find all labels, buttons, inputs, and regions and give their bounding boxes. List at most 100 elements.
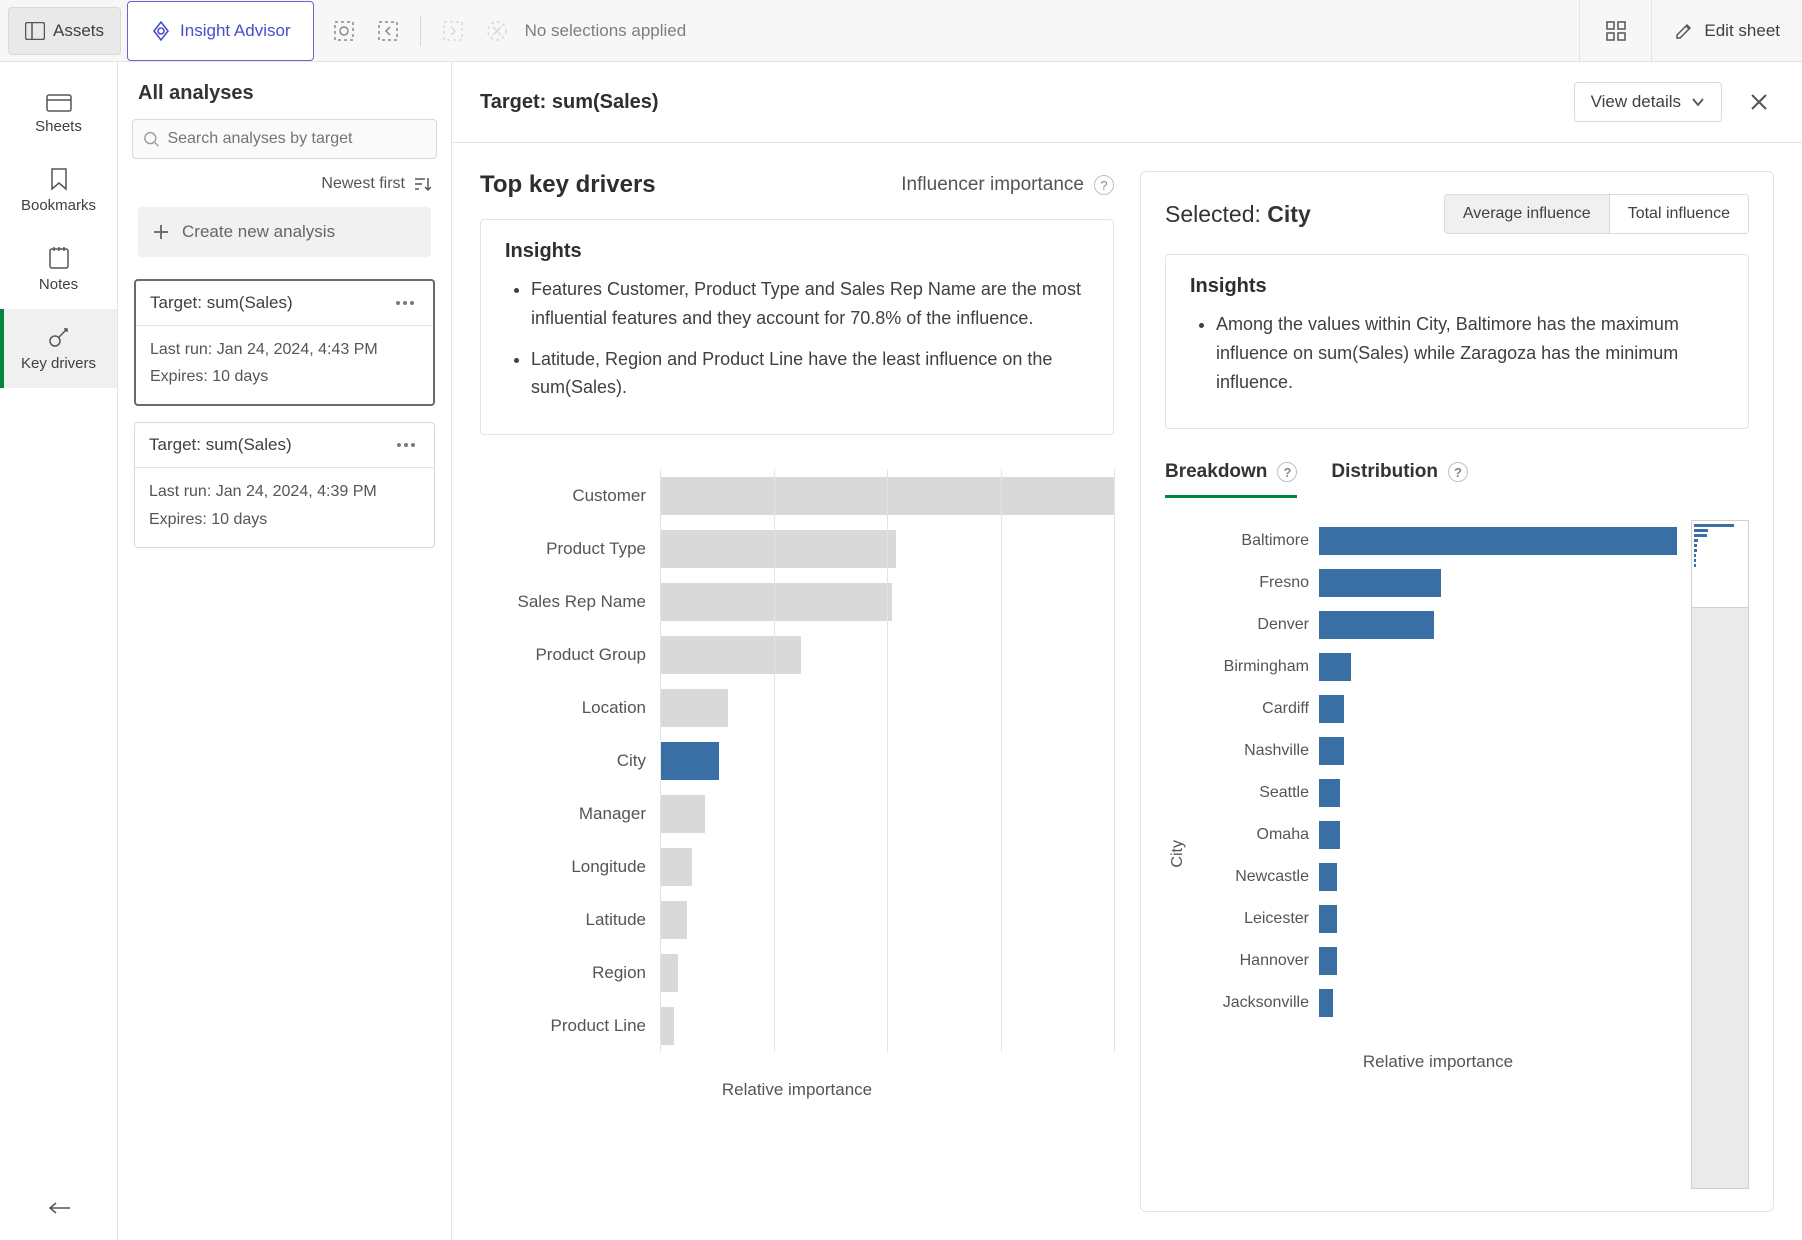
breakdown-bar[interactable] bbox=[1319, 653, 1351, 681]
assets-button[interactable]: Assets bbox=[8, 7, 121, 55]
analysis-card[interactable]: Target: sum(Sales) Last run: Jan 24, 202… bbox=[134, 279, 435, 406]
breakdown-bar-area[interactable] bbox=[1319, 646, 1677, 688]
help-icon[interactable]: ? bbox=[1277, 462, 1297, 482]
pencil-icon bbox=[1674, 21, 1694, 41]
breakdown-bar-area[interactable] bbox=[1319, 982, 1677, 1024]
chart-overview-scrollbar[interactable] bbox=[1691, 520, 1749, 1189]
breakdown-bar-area[interactable] bbox=[1319, 856, 1677, 898]
driver-bar-area[interactable] bbox=[660, 999, 1114, 1052]
driver-bar[interactable] bbox=[660, 954, 678, 992]
analysis-card[interactable]: Target: sum(Sales) Last run: Jan 24, 202… bbox=[134, 422, 435, 547]
breakdown-bar-area[interactable] bbox=[1319, 562, 1677, 604]
assets-label: Assets bbox=[53, 21, 104, 41]
breakdown-bar[interactable] bbox=[1319, 569, 1441, 597]
breakdown-label: Cardiff bbox=[1199, 700, 1319, 718]
breakdown-bar-area[interactable] bbox=[1319, 814, 1677, 856]
breakdown-bar[interactable] bbox=[1319, 779, 1340, 807]
rail-collapse-button[interactable] bbox=[0, 1198, 117, 1218]
driver-bar[interactable] bbox=[660, 636, 801, 674]
selections-forward-icon[interactable] bbox=[441, 19, 465, 43]
breakdown-bar[interactable] bbox=[1319, 611, 1434, 639]
analyses-column: All analyses Newest first Create new ana… bbox=[118, 62, 452, 1240]
help-icon[interactable]: ? bbox=[1094, 175, 1114, 195]
breakdown-bar-area[interactable] bbox=[1319, 940, 1677, 982]
selections-back-icon[interactable] bbox=[376, 19, 400, 43]
breakdown-bar-area[interactable] bbox=[1319, 604, 1677, 646]
no-selections-text: No selections applied bbox=[525, 21, 687, 41]
key-drivers-icon bbox=[47, 325, 71, 349]
sort-label: Newest first bbox=[321, 175, 405, 193]
driver-bar[interactable] bbox=[660, 689, 728, 727]
close-button[interactable] bbox=[1744, 87, 1774, 117]
breakdown-bar-area[interactable] bbox=[1319, 688, 1677, 730]
rail-key-drivers-label: Key drivers bbox=[21, 355, 96, 372]
driver-label: Longitude bbox=[480, 857, 660, 877]
driver-bar-area[interactable] bbox=[660, 946, 1114, 999]
driver-bar[interactable] bbox=[660, 1007, 674, 1045]
breakdown-bar[interactable] bbox=[1319, 905, 1337, 933]
tab-breakdown[interactable]: Breakdown ? bbox=[1165, 461, 1297, 498]
details-panel-title: Selected: City bbox=[1165, 201, 1311, 228]
breakdown-bar[interactable] bbox=[1319, 695, 1344, 723]
rail-notes[interactable]: Notes bbox=[0, 230, 117, 309]
driver-label: Product Type bbox=[480, 539, 660, 559]
influencer-importance-label[interactable]: Influencer importance ? bbox=[901, 174, 1114, 196]
driver-bar-area[interactable] bbox=[660, 575, 1114, 628]
driver-bar[interactable] bbox=[660, 583, 892, 621]
card-actions-button[interactable] bbox=[392, 438, 420, 452]
rail-bookmarks[interactable]: Bookmarks bbox=[0, 151, 117, 230]
card-actions-button[interactable] bbox=[391, 296, 419, 310]
key-drivers-axis-label: Relative importance bbox=[480, 1080, 1114, 1100]
breakdown-label: Seattle bbox=[1199, 784, 1319, 802]
search-input[interactable] bbox=[167, 130, 426, 148]
breakdown-bar-area[interactable] bbox=[1319, 772, 1677, 814]
plus-icon bbox=[152, 223, 170, 241]
breakdown-bar[interactable] bbox=[1319, 989, 1333, 1017]
sort-control[interactable]: Newest first bbox=[138, 175, 431, 193]
insight-advisor-button[interactable]: Insight Advisor bbox=[127, 1, 314, 61]
driver-label: Product Group bbox=[480, 645, 660, 665]
details-tabs: Breakdown ? Distribution ? bbox=[1165, 461, 1749, 498]
driver-bar-area[interactable] bbox=[660, 681, 1114, 734]
tab-distribution[interactable]: Distribution ? bbox=[1331, 461, 1468, 498]
insight-item: Features Customer, Product Type and Sale… bbox=[531, 275, 1089, 333]
breakdown-bar[interactable] bbox=[1319, 821, 1340, 849]
breakdown-bar[interactable] bbox=[1319, 737, 1344, 765]
left-rail: Sheets Bookmarks Notes Key drivers bbox=[0, 62, 118, 1240]
breakdown-label: Omaha bbox=[1199, 826, 1319, 844]
driver-bar-area[interactable] bbox=[660, 787, 1114, 840]
driver-bar-area[interactable] bbox=[660, 469, 1114, 522]
driver-bar-area[interactable] bbox=[660, 893, 1114, 946]
toggle-total-influence[interactable]: Total influence bbox=[1609, 195, 1748, 233]
breakdown-bar-area[interactable] bbox=[1319, 520, 1677, 562]
top-toolbar: Assets Insight Advisor No selections app… bbox=[0, 0, 1802, 62]
clear-selections-icon[interactable] bbox=[485, 19, 509, 43]
app-overview-button[interactable] bbox=[1579, 1, 1651, 61]
breakdown-bar-area[interactable] bbox=[1319, 730, 1677, 772]
edit-sheet-button[interactable]: Edit sheet bbox=[1651, 1, 1802, 61]
toggle-average-influence[interactable]: Average influence bbox=[1445, 195, 1609, 233]
driver-bar[interactable] bbox=[660, 901, 687, 939]
rail-key-drivers[interactable]: Key drivers bbox=[0, 309, 117, 388]
driver-bar-area[interactable] bbox=[660, 628, 1114, 681]
driver-bar[interactable] bbox=[660, 530, 896, 568]
driver-bar-area[interactable] bbox=[660, 734, 1114, 787]
panel-icon bbox=[25, 22, 45, 40]
driver-bar[interactable] bbox=[660, 795, 705, 833]
driver-bar-area[interactable] bbox=[660, 840, 1114, 893]
create-analysis-button[interactable]: Create new analysis bbox=[138, 207, 431, 257]
driver-bar[interactable] bbox=[660, 742, 719, 780]
breakdown-label: Birmingham bbox=[1199, 658, 1319, 676]
rail-sheets[interactable]: Sheets bbox=[0, 76, 117, 151]
breakdown-bar[interactable] bbox=[1319, 527, 1677, 555]
driver-bar-area[interactable] bbox=[660, 522, 1114, 575]
help-icon[interactable]: ? bbox=[1448, 462, 1468, 482]
driver-bar[interactable] bbox=[660, 848, 692, 886]
breakdown-bar[interactable] bbox=[1319, 947, 1337, 975]
view-details-button[interactable]: View details bbox=[1574, 82, 1722, 122]
key-drivers-chart: Customer Product Type Sales Rep Name Pro… bbox=[480, 469, 1114, 1212]
breakdown-bar[interactable] bbox=[1319, 863, 1337, 891]
search-wrapper[interactable] bbox=[132, 119, 437, 159]
breakdown-bar-area[interactable] bbox=[1319, 898, 1677, 940]
smart-search-icon[interactable] bbox=[332, 19, 356, 43]
